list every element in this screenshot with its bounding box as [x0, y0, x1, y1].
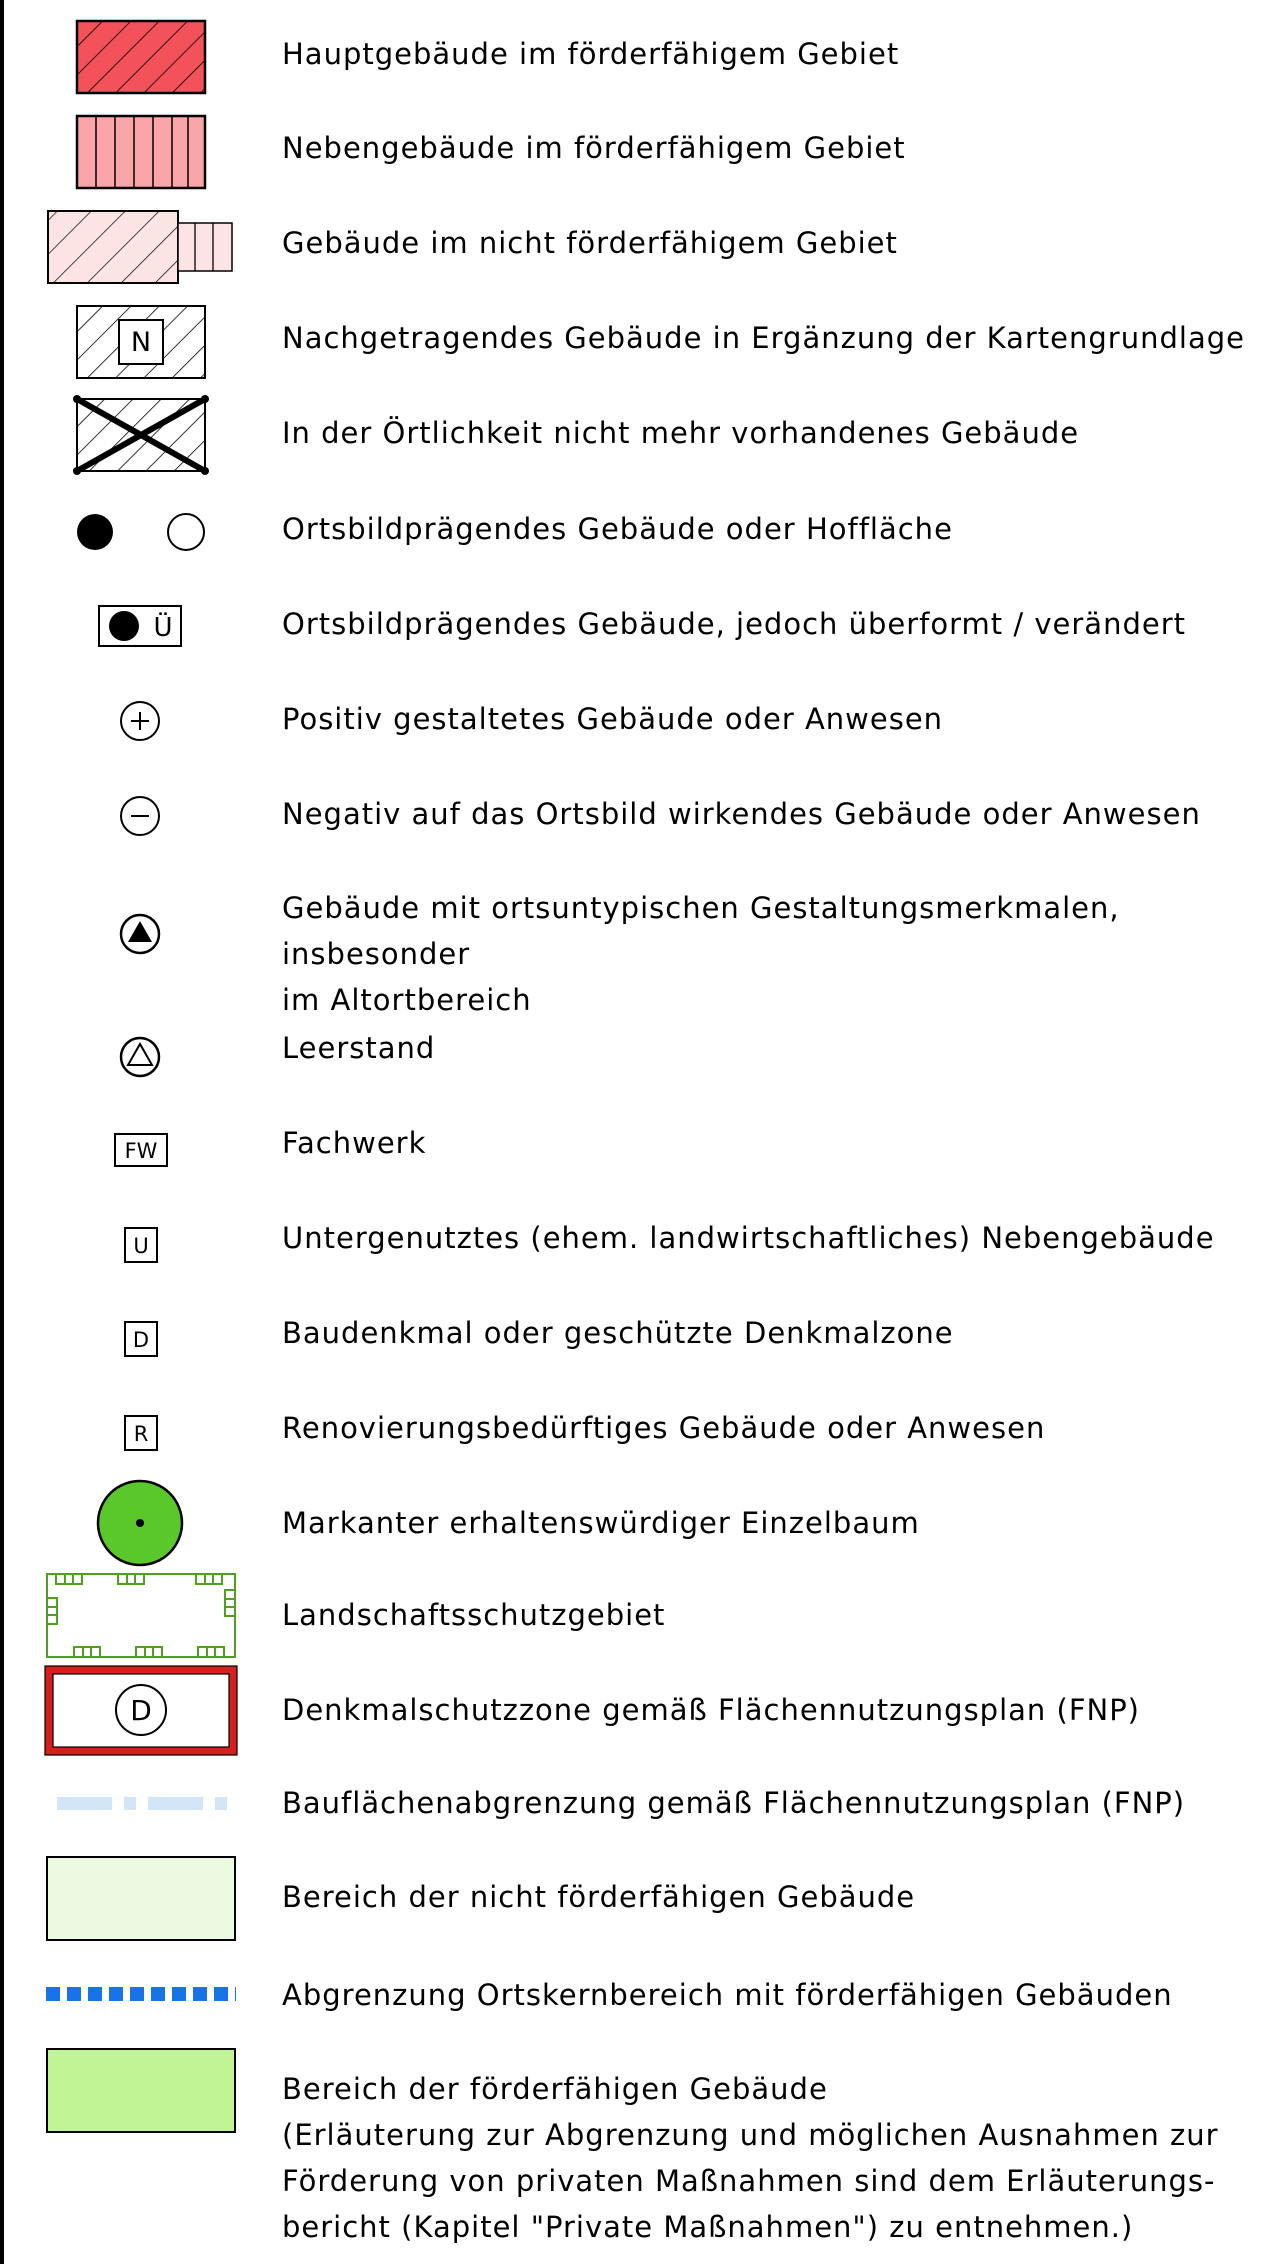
legend-row-positiv: Positiv gestaltetes Gebäude oder Anwesen [0, 680, 1263, 760]
renovierung-symbol: R [124, 1415, 158, 1451]
legend-row-nachgetragen: N Nachgetragendes Gebäude in Ergänzung d… [0, 295, 1263, 381]
legend-row-einzelbaum: Markanter erhaltenswürdiger Einzelbaum [0, 1475, 1263, 1570]
label-landschaftsschutz: Landschaftsschutzgebiet [282, 1598, 666, 1632]
landschaftsschutz-symbol [46, 1573, 236, 1658]
legend-row-bereich-foerder: Bereich der förderfähigen Gebäude (Erläu… [0, 2040, 1263, 2264]
open-circle-icon [167, 513, 205, 551]
abgrenzung-ortskern-symbol [46, 1987, 236, 2001]
ortsuntypisch-symbol [119, 913, 161, 955]
label-nachgetragen: Nachgetragendes Gebäude in Ergänzung der… [282, 321, 1245, 355]
label-ortsuntypisch: Gebäude mit ortsuntypischen Gestaltungsm… [282, 891, 1120, 1017]
bereich-nicht-symbol [46, 1856, 236, 1941]
legend-row-baudenkmal: D Baudenkmal oder geschützte Denkmalzone [0, 1300, 1263, 1380]
label-bauflaechen: Bauflächenabgrenzung gemäß Flächennutzun… [282, 1786, 1186, 1820]
legend-row-landschaftsschutz: Landschaftsschutzgebiet [0, 1570, 1263, 1660]
label-hauptgebaeude: Hauptgebäude im förderfähigem Gebiet [282, 37, 900, 71]
legend-row-abgrenzung-ortskern: Abgrenzung Ortskernbereich mit förderfäh… [0, 1950, 1263, 2035]
hauptgebaeude-symbol [75, 19, 207, 95]
renovierung-symbol-text: R [134, 1422, 149, 1446]
baudenkmal-symbol: D [124, 1321, 158, 1357]
filled-circle-icon [77, 514, 113, 550]
nicht-vorhanden-symbol [73, 395, 209, 475]
legend-row-negativ: Negativ auf das Ortsbild wirkendes Gebäu… [0, 775, 1263, 855]
legend-row-bereich-nicht: Bereich der nicht förderfähigen Gebäude [0, 1850, 1263, 1945]
untergenutzt-symbol: U [124, 1227, 158, 1263]
einzelbaum-symbol [96, 1479, 184, 1567]
denkmalschutzzone-symbol: D [44, 1665, 238, 1756]
negativ-symbol [120, 796, 160, 836]
nachgetragen-symbol-text: N [131, 327, 151, 358]
label-negativ: Negativ auf das Ortsbild wirkendes Gebäu… [282, 797, 1201, 831]
bereich-foerder-symbol [46, 2048, 236, 2133]
baudenkmal-symbol-text: D [133, 1328, 149, 1352]
untergenutzt-symbol-text: U [133, 1234, 148, 1258]
legend-row-renovierung: R Renovierungsbedürftiges Gebäude oder A… [0, 1395, 1263, 1475]
label-ortsbild: Ortsbildprägendes Gebäude oder Hoffläche [282, 512, 953, 546]
legend-row-bauflaechen: Bauflächenabgrenzung gemäß Flächennutzun… [0, 1760, 1263, 1845]
denkmalschutzzone-symbol-text: D [130, 1694, 152, 1727]
legend-row-nicht-vorhanden: In der Örtlichkeit nicht mehr vorhandene… [0, 390, 1263, 476]
label-nicht-vorhanden: In der Örtlichkeit nicht mehr vorhandene… [282, 416, 1080, 450]
legend-row-ueberformt: Ü Ortsbildprägendes Gebäude, jedoch über… [0, 585, 1263, 665]
legend-row-ortsuntypisch: Gebäude mit ortsuntypischen Gestaltungsm… [0, 875, 1263, 1017]
label-abgrenzung-ortskern: Abgrenzung Ortskernbereich mit förderfäh… [282, 1978, 1173, 2012]
bauflaechen-symbol [57, 1797, 227, 1810]
fachwerk-symbol: FW [114, 1133, 168, 1167]
label-positiv: Positiv gestaltetes Gebäude oder Anwesen [282, 702, 944, 736]
leerstand-symbol [119, 1036, 161, 1078]
legend-row-denkmalschutzzone: D Denkmalschutzzone gemäß Flächennutzung… [0, 1665, 1263, 1756]
label-ueberformt: Ortsbildprägendes Gebäude, jedoch überfo… [282, 607, 1186, 641]
nebengebaeude-symbol [75, 114, 207, 190]
label-renovierung: Renovierungsbedürftiges Gebäude oder Anw… [282, 1411, 1046, 1445]
nicht-foerder-symbol [47, 210, 233, 284]
label-baudenkmal: Baudenkmal oder geschützte Denkmalzone [282, 1316, 954, 1350]
ueberformt-symbol: Ü [98, 605, 182, 647]
legend-row-ortsbild: Ortsbildprägendes Gebäude oder Hoffläche [0, 490, 1263, 570]
label-nebengebaeude: Nebengebäude im förderfähigem Gebiet [282, 131, 906, 165]
fachwerk-symbol-text: FW [125, 1139, 158, 1163]
nachgetragen-symbol: N [76, 305, 206, 379]
legend-row-untergenutzt: U Untergenutztes (ehem. landwirtschaftli… [0, 1205, 1263, 1285]
positiv-symbol [120, 701, 160, 741]
label-denkmalschutzzone: Denkmalschutzzone gemäß Flächennutzungsp… [282, 1693, 1140, 1727]
label-leerstand: Leerstand [282, 1031, 436, 1065]
label-untergenutzt: Untergenutztes (ehem. landwirtschaftlich… [282, 1221, 1215, 1255]
label-bereich-foerder: Bereich der förderfähigen Gebäude (Erläu… [282, 2072, 1219, 2244]
label-einzelbaum: Markanter erhaltenswürdiger Einzelbaum [282, 1506, 920, 1540]
legend-row-nebengebaeude: Nebengebäude im förderfähigem Gebiet [0, 105, 1263, 191]
label-bereich-nicht: Bereich der nicht förderfähigen Gebäude [282, 1880, 916, 1914]
legend-row-nicht-foerder: Gebäude im nicht förderfähigem Gebiet [0, 200, 1263, 286]
ueberformt-symbol-text: Ü [153, 611, 172, 643]
legend-row-hauptgebaeude: Hauptgebäude im förderfähigem Gebiet [0, 10, 1263, 96]
ortsbild-symbol [77, 513, 205, 551]
label-fachwerk: Fachwerk [282, 1126, 427, 1160]
legend-row-leerstand: Leerstand [0, 1015, 1263, 1095]
legend-row-fachwerk: FW Fachwerk [0, 1110, 1263, 1190]
label-nicht-foerder: Gebäude im nicht förderfähigem Gebiet [282, 226, 898, 260]
